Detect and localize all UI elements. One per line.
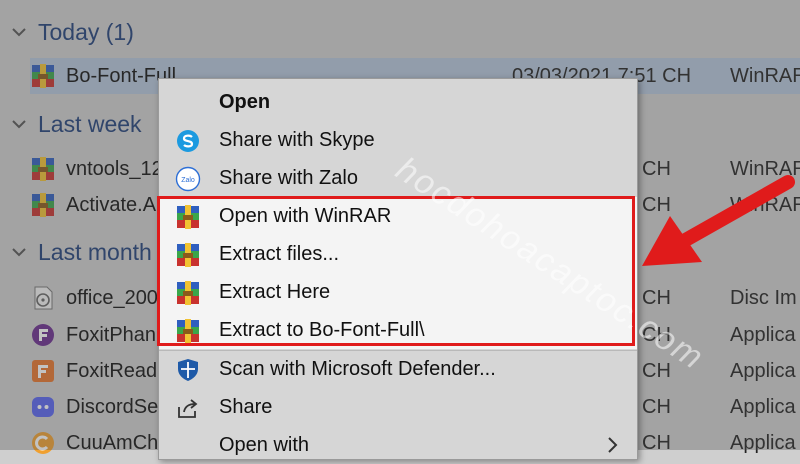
winrar-icon xyxy=(175,204,201,230)
menu-item-label: Share with Zalo xyxy=(219,166,358,189)
menu-item-label: Open xyxy=(219,90,271,113)
menu-item-label: Extract Here xyxy=(219,280,331,303)
menu-item-label: Scan with Microsoft Defender... xyxy=(219,357,496,380)
menu-item-label: Open with WinRAR xyxy=(219,204,392,227)
menu-item-scan-with-defender[interactable]: Scan with Microsoft Defender... xyxy=(159,350,637,388)
share-icon xyxy=(178,399,198,418)
winrar-icon xyxy=(175,280,201,306)
menu-item-share[interactable]: Share xyxy=(159,388,637,426)
menu-item-label: Extract to Bo-Font-Full\ xyxy=(219,318,425,341)
menu-item-extract-to-folder[interactable]: Extract to Bo-Font-Full\ xyxy=(159,311,637,349)
defender-shield-icon xyxy=(178,359,198,381)
skype-icon xyxy=(177,130,199,152)
menu-item-label: Extract files... xyxy=(219,242,340,265)
menu-item-share-with-skype[interactable]: Share with Skype xyxy=(159,121,637,159)
menu-item-open-with[interactable]: Open with xyxy=(159,426,637,464)
svg-text:Zalo: Zalo xyxy=(181,177,195,184)
zalo-icon: Zalo xyxy=(175,166,201,192)
menu-item-label: Open with xyxy=(219,433,310,456)
menu-item-label: Share xyxy=(219,395,273,418)
menu-item-open-with-winrar[interactable]: Open with WinRAR xyxy=(159,197,637,235)
winrar-icon xyxy=(175,318,201,344)
menu-item-label: Share with Skype xyxy=(219,128,375,151)
red-arrow-annotation xyxy=(642,175,795,266)
winrar-icon xyxy=(175,242,201,268)
chevron-right-icon xyxy=(608,437,618,453)
menu-item-open[interactable]: Open xyxy=(159,83,637,121)
